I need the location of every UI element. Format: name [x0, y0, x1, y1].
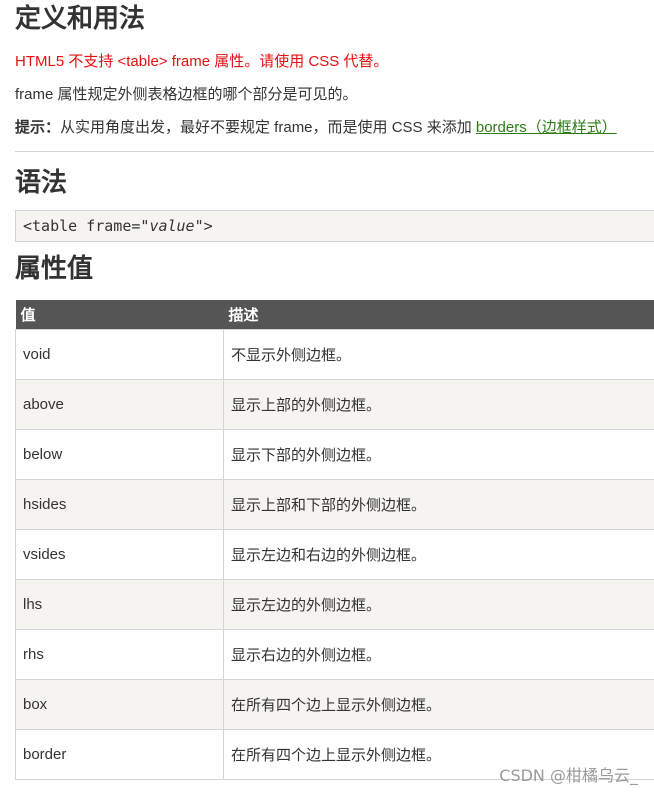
value-cell: void [15, 329, 224, 380]
divider [15, 151, 654, 152]
value-cell: vsides [15, 529, 224, 580]
table-row: hsides 显示上部和下部的外侧边框。 [15, 479, 654, 530]
values-table: 值 描述 void 不显示外侧边框。 above 显示上部的外侧边框。 belo… [15, 300, 654, 780]
table-row: vsides 显示左边和右边的外侧边框。 [15, 529, 654, 580]
frame-description: frame 属性规定外侧表格边框的哪个部分是可见的。 [15, 86, 358, 103]
code-suffix: "> [194, 217, 213, 235]
description-cell: 显示左边的外侧边框。 [223, 579, 654, 630]
table-row: void 不显示外侧边框。 [15, 329, 654, 380]
table-row: above 显示上部的外侧边框。 [15, 379, 654, 430]
table-header-row: 值 描述 [15, 300, 654, 330]
deprecated-note: HTML5 不支持 <table> frame 属性。请使用 CSS 代替。 [15, 53, 389, 70]
description-cell: 在所有四个边上显示外侧边框。 [223, 679, 654, 730]
table-row: box 在所有四个边上显示外侧边框。 [15, 679, 654, 730]
description-cell: 显示右边的外侧边框。 [223, 629, 654, 680]
values-heading: 属性值 [15, 254, 94, 284]
description-cell: 显示下部的外侧边框。 [223, 429, 654, 480]
tip-label: 提示： [15, 119, 61, 136]
code-prefix: <table frame=" [23, 217, 150, 235]
description-cell: 显示左边和右边的外侧边框。 [223, 529, 654, 580]
syntax-heading: 语法 [15, 168, 68, 198]
header-description: 描述 [223, 300, 654, 330]
tip-text: 从实用角度出发，最好不要规定 frame，而是使用 CSS 来添加 [60, 119, 476, 136]
definition-heading: 定义和用法 [15, 4, 146, 34]
value-cell: above [15, 379, 224, 430]
description-cell: 不显示外侧边框。 [223, 329, 654, 380]
code-value: value [149, 217, 195, 235]
header-value: 值 [15, 300, 224, 330]
description-cell: 显示上部和下部的外侧边框。 [223, 479, 654, 530]
value-cell: border [15, 729, 224, 780]
table-row: below 显示下部的外侧边框。 [15, 429, 654, 480]
description-cell: 显示上部的外侧边框。 [223, 379, 654, 430]
value-cell: box [15, 679, 224, 730]
csdn-watermark: CSDN @柑橘乌云_ [499, 766, 638, 785]
value-cell: lhs [15, 579, 224, 630]
borders-link[interactable]: borders（边框样式） [476, 119, 617, 136]
value-cell: rhs [15, 629, 224, 680]
value-cell: hsides [15, 479, 224, 530]
value-cell: below [15, 429, 224, 480]
table-row: lhs 显示左边的外侧边框。 [15, 579, 654, 630]
tip-paragraph: 提示：从实用角度出发，最好不要规定 frame，而是使用 CSS 来添加 bor… [15, 116, 654, 140]
table-row: rhs 显示右边的外侧边框。 [15, 629, 654, 680]
syntax-code-block: <table frame="value"> [15, 210, 654, 242]
